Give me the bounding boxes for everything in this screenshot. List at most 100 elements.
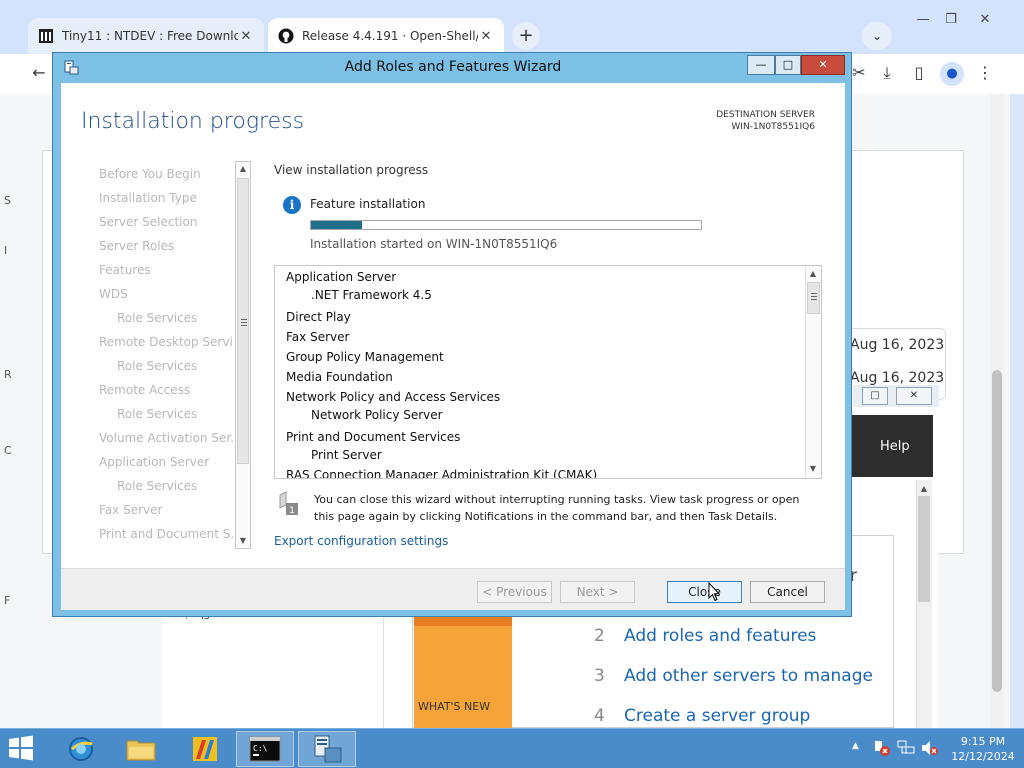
notification-flag-icon: 1 — [278, 491, 300, 517]
side-mark: C — [4, 444, 12, 457]
download-icon[interactable]: ⤓ — [874, 60, 900, 86]
cancel-button[interactable]: Cancel — [750, 581, 825, 603]
destination-label: DESTINATION SERVER — [716, 110, 815, 120]
step-as-role-services[interactable]: Role Services — [99, 479, 233, 493]
clock-time: 9:15 PM — [960, 735, 1006, 748]
add-roles-wizard: Add Roles and Features Wizard — □ ✕ Inst… — [52, 52, 852, 617]
wizard-title: Add Roles and Features Wizard — [344, 59, 562, 75]
step-remote-desktop[interactable]: Remote Desktop Servi... — [99, 335, 233, 349]
browser-close-button[interactable]: ✕ — [970, 10, 1000, 30]
results-scrollbar[interactable]: ▲ ▼ — [805, 266, 821, 478]
wizard-minimize-button[interactable]: — — [747, 55, 775, 75]
taskbar: C:\ ▲ 9:15 PM 12/12/2024 — [0, 728, 1024, 768]
step-number: 3 — [594, 666, 605, 686]
sm-scrollbar-thumb[interactable] — [918, 496, 930, 602]
folder-icon — [126, 740, 156, 761]
browser-maximize-button[interactable]: ❐ — [936, 10, 966, 30]
taskbar-ie[interactable] — [52, 731, 110, 767]
new-tab-button[interactable]: + — [512, 22, 540, 50]
close-button[interactable]: Close — [667, 581, 742, 603]
start-button[interactable] — [6, 735, 38, 761]
step-server-roles[interactable]: Server Roles — [99, 239, 233, 253]
feature-installation-label: Feature installation — [310, 197, 426, 211]
sm-step-add-servers[interactable]: 3 Add other servers to manage — [594, 666, 873, 686]
wizard-maximize-button[interactable]: □ — [775, 55, 801, 75]
windows-logo-icon — [9, 735, 33, 761]
step-rds-role-services[interactable]: Role Services — [99, 359, 233, 373]
export-configuration-link[interactable]: Export configuration settings — [274, 534, 448, 548]
sm-step-server-group[interactable]: 4 Create a server group — [594, 706, 810, 726]
chevron-down-icon[interactable]: ▼ — [806, 462, 820, 476]
list-item: Print Server — [311, 448, 382, 462]
tab-release[interactable]: Release 4.4.191 · Open-Shell/Op ✕ — [268, 18, 504, 54]
sm-minimize-button[interactable]: □ — [862, 387, 888, 405]
sm-close-button[interactable]: ✕ — [896, 387, 932, 405]
command-prompt-icon: C:\ — [249, 736, 281, 762]
next-button[interactable]: Next > — [560, 581, 635, 603]
menu-icon[interactable]: ⋮ — [972, 60, 998, 86]
steps-scrollbar-thumb[interactable] — [237, 178, 249, 464]
action-center-icon[interactable] — [872, 739, 892, 757]
internet-explorer-icon — [69, 737, 93, 761]
step-before-you-begin[interactable]: Before You Begin — [99, 167, 233, 181]
taskbar-explorer[interactable] — [112, 731, 170, 767]
taskbar-winrar[interactable] — [176, 731, 234, 767]
taskbar-server-manager[interactable] — [298, 731, 356, 767]
taskbar-cmd[interactable]: C:\ — [236, 731, 294, 767]
svg-text:1: 1 — [289, 506, 295, 516]
tray-overflow-icon[interactable]: ▲ — [852, 741, 859, 751]
list-item: Network Policy and Access Services — [286, 390, 501, 404]
back-button[interactable]: ← — [26, 60, 52, 86]
archive-app-icon — [193, 737, 217, 761]
list-item: Direct Play — [286, 310, 351, 324]
tab-title: Release 4.4.191 · Open-Shell/Op — [302, 29, 478, 43]
step-wds[interactable]: WDS — [99, 287, 233, 301]
chevron-down-icon[interactable]: ▼ — [236, 534, 250, 548]
step-wds-role-services[interactable]: Role Services — [99, 311, 233, 325]
steps-scrollbar[interactable]: ▲ ▼ — [235, 161, 251, 549]
chevron-up-icon[interactable]: ▲ — [236, 162, 250, 176]
step-fax-server[interactable]: Fax Server — [99, 503, 233, 517]
browser-minimize-button[interactable]: — — [908, 10, 938, 30]
sidepanel-icon[interactable]: ▯ — [906, 60, 932, 86]
page-scrollbar-thumb[interactable] — [992, 370, 1002, 692]
step-label: Add roles and features — [624, 626, 817, 646]
step-print-document[interactable]: Print and Document S... — [99, 527, 233, 541]
svg-text:C:\: C:\ — [253, 744, 268, 753]
list-item: Print and Document Services — [286, 430, 461, 444]
step-volume-activation[interactable]: Volume Activation Ser... — [99, 431, 233, 445]
step-server-selection[interactable]: Server Selection — [99, 215, 233, 229]
step-label: Add other servers to manage — [624, 666, 873, 686]
step-features[interactable]: Features — [99, 263, 233, 277]
step-remote-access[interactable]: Remote Access — [99, 383, 233, 397]
results-scrollbar-thumb[interactable] — [807, 282, 820, 314]
list-item: Media Foundation — [286, 370, 393, 384]
list-item: Application Server — [286, 270, 397, 284]
wizard-body: Installation progress DESTINATION SERVER… — [61, 83, 845, 610]
side-mark: S — [4, 194, 11, 207]
taskbar-clock[interactable]: 9:15 PM 12/12/2024 — [948, 734, 1018, 764]
side-mark: I — [4, 244, 8, 257]
tab-tiny11[interactable]: Tiny11 : NTDEV : Free Download ✕ — [28, 18, 264, 54]
tab-close-icon[interactable]: ✕ — [478, 29, 494, 44]
view-progress-label: View installation progress — [274, 163, 429, 177]
tab-search-button[interactable]: ⌄ — [862, 22, 892, 50]
volume-muted-icon[interactable] — [920, 739, 940, 757]
mouse-cursor-icon — [708, 582, 720, 602]
sm-help-menu[interactable]: Help — [880, 439, 910, 454]
progress-fill — [311, 221, 362, 229]
release-date: Aug 16, 2023 — [850, 337, 945, 353]
sm-navigation: ⚑ ·ls — [168, 607, 384, 728]
wizard-close-button[interactable]: ✕ — [801, 55, 845, 75]
step-ra-role-services[interactable]: Role Services — [99, 407, 233, 421]
step-installation-type[interactable]: Installation Type — [99, 191, 233, 205]
chevron-up-icon[interactable]: ▲ — [806, 267, 820, 281]
tab-close-icon[interactable]: ✕ — [238, 29, 254, 44]
release-date: Aug 16, 2023 — [850, 370, 945, 386]
previous-button[interactable]: < Previous — [477, 581, 552, 603]
chevron-up-icon[interactable]: ▲ — [917, 482, 931, 496]
sm-step-add-roles[interactable]: 2 Add roles and features — [594, 626, 816, 646]
step-application-server[interactable]: Application Server — [99, 455, 233, 469]
network-icon[interactable] — [896, 739, 916, 757]
profile-avatar-icon[interactable]: ● — [940, 62, 964, 86]
